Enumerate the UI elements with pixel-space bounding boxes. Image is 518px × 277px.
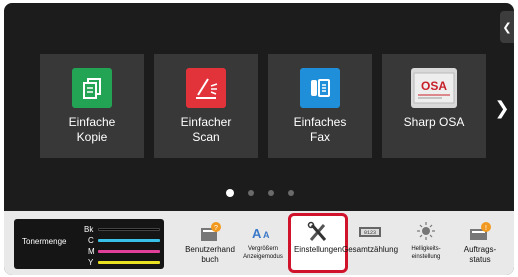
tile-einfaches-fax[interactable]: Einfaches Fax <box>268 54 372 158</box>
svg-text:!: ! <box>485 225 487 232</box>
toner-letter: Y <box>88 258 94 267</box>
next-page-arrow[interactable]: ❯ <box>494 97 510 118</box>
brightness-icon <box>413 221 439 243</box>
tile-label: Einfache Kopie <box>68 115 116 144</box>
sharp-osa-icon: OSA <box>411 68 457 108</box>
copy-icon <box>72 68 112 108</box>
fax-icon <box>300 68 340 108</box>
tile-label: Sharp OSA <box>403 115 465 129</box>
tile-label: Einfaches Fax <box>293 115 347 144</box>
chevron-left-icon: ❮ <box>502 21 512 34</box>
toner-bar-magenta <box>98 250 160 253</box>
toner-row-bk: Bk <box>84 225 160 234</box>
page-dot[interactable] <box>226 189 234 197</box>
toner-letter: Bk <box>84 225 94 234</box>
zoom-text-icon: A A <box>250 221 276 243</box>
scan-icon <box>186 68 226 108</box>
job-status-label: Auftrags- status <box>463 245 497 264</box>
svg-text:A: A <box>263 230 270 240</box>
job-status-icon: ! <box>467 221 493 243</box>
tile-label: Einfacher Scan <box>180 115 232 144</box>
app-tiles: Einfache Kopie Einfacher Scan Einfaches … <box>40 54 486 158</box>
tile-sharp-osa[interactable]: OSA Sharp OSA <box>382 54 486 158</box>
page-dot[interactable] <box>248 190 254 196</box>
toner-bar-yellow <box>98 261 160 264</box>
page-dot[interactable] <box>288 190 294 196</box>
total-count-button[interactable]: 0123 Gesamtzählung <box>342 217 398 273</box>
counter-icon: 0123 <box>357 221 383 243</box>
tile-einfacher-scan[interactable]: Einfacher Scan <box>154 54 258 158</box>
toner-bar-cyan <box>98 239 160 242</box>
svg-text:?: ? <box>214 225 218 232</box>
zoom-display-label: Vergrößern Anzeigemodus <box>243 246 283 260</box>
toner-level-panel[interactable]: Tonermenge Bk C M Y <box>14 219 164 269</box>
brightness-label: Helligkeits- einstellung <box>411 246 441 260</box>
manual-label: Benutzerhand buch <box>185 245 235 264</box>
settings-button[interactable]: Einstellungen <box>290 217 346 273</box>
page-dot[interactable] <box>268 190 274 196</box>
chevron-right-icon: ❯ <box>494 97 510 118</box>
toner-letter: M <box>88 247 95 256</box>
toner-row-y: Y <box>88 258 160 267</box>
manual-button[interactable]: ? Benutzerhand buch <box>182 217 238 273</box>
svg-text:0123: 0123 <box>364 230 376 236</box>
toner-row-m: M <box>88 247 160 256</box>
toner-label: Tonermenge <box>22 237 67 246</box>
toner-bar-black <box>98 228 160 231</box>
bottom-bar: Tonermenge Bk C M Y ? Benutzerhand buch … <box>4 211 514 275</box>
toner-letter: C <box>88 236 94 245</box>
settings-tools-icon <box>305 221 331 243</box>
manual-icon: ? <box>197 221 223 243</box>
home-screen: ❮ Einfache Kopie Einfacher Scan Einfache… <box>4 3 514 275</box>
page-indicator <box>226 189 294 197</box>
svg-text:OSA: OSA <box>421 79 447 93</box>
job-status-button[interactable]: ! Auftrags- status <box>452 217 508 273</box>
side-panel-toggle[interactable]: ❮ <box>500 11 514 43</box>
zoom-display-button[interactable]: A A Vergrößern Anzeigemodus <box>235 217 291 273</box>
svg-text:A: A <box>252 226 262 241</box>
tile-einfache-kopie[interactable]: Einfache Kopie <box>40 54 144 158</box>
settings-label: Einstellungen <box>293 245 343 254</box>
toner-row-c: C <box>88 236 160 245</box>
total-count-label: Gesamtzählung <box>341 245 399 254</box>
brightness-button[interactable]: Helligkeits- einstellung <box>398 217 454 273</box>
